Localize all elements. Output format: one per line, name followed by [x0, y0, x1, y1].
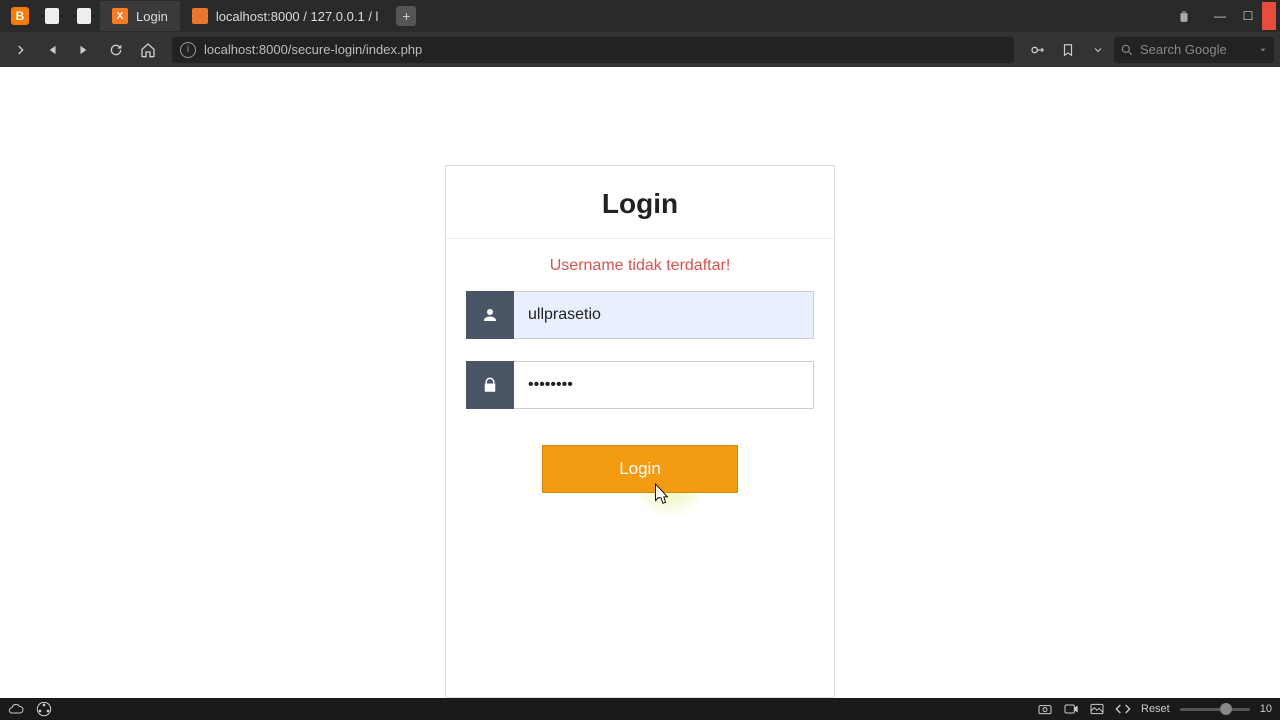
username-row [466, 291, 814, 339]
lock-icon [466, 361, 514, 409]
password-input[interactable] [514, 361, 814, 409]
blogger-icon[interactable]: B [4, 0, 36, 32]
page-content: Login Username tidak terdaftar! Login [0, 67, 1280, 698]
taskbar: Reset 10 [0, 698, 1280, 720]
login-title: Login [446, 166, 834, 239]
zoom-slider[interactable] [1180, 708, 1250, 711]
key-icon[interactable] [1024, 36, 1052, 64]
record-icon[interactable] [1063, 701, 1079, 717]
info-icon[interactable]: i [180, 42, 196, 58]
tab-label: Login [136, 9, 168, 24]
rewind-button[interactable] [38, 36, 66, 64]
url-bar[interactable]: i localhost:8000/secure-login/index.php [172, 37, 1014, 63]
nav-bar: i localhost:8000/secure-login/index.php … [0, 32, 1280, 67]
reset-label[interactable]: Reset [1141, 703, 1170, 715]
home-button[interactable] [134, 36, 162, 64]
camera-icon[interactable] [1037, 701, 1053, 717]
username-input[interactable] [514, 291, 814, 339]
search-placeholder: Search Google [1140, 42, 1227, 57]
minimize-button[interactable]: — [1206, 2, 1234, 30]
new-tab-button[interactable]: + [396, 6, 416, 26]
tab-phpmyadmin[interactable]: localhost:8000 / 127.0.0.1 / l [180, 1, 391, 31]
password-row [466, 361, 814, 409]
user-icon [466, 291, 514, 339]
close-button[interactable] [1262, 2, 1276, 30]
error-message: Username tidak terdaftar! [446, 239, 834, 291]
tab-login[interactable]: X Login [100, 1, 180, 31]
image-icon[interactable] [1089, 701, 1105, 717]
forward-button[interactable] [70, 36, 98, 64]
ubuntu-icon[interactable] [36, 701, 52, 717]
url-text: localhost:8000/secure-login/index.php [204, 42, 422, 57]
bookmark-icon[interactable] [1054, 36, 1082, 64]
search-icon [1120, 43, 1134, 57]
maximize-button[interactable]: ☐ [1234, 2, 1262, 30]
tab-label: localhost:8000 / 127.0.0.1 / l [216, 9, 379, 24]
cloud-icon[interactable] [8, 701, 24, 717]
phpmyadmin-icon [192, 8, 208, 24]
tab-bar: B X Login localhost:8000 / 127.0.0.1 / l… [0, 0, 1280, 32]
trash-icon[interactable] [1170, 2, 1198, 30]
reload-button[interactable] [102, 36, 130, 64]
chevron-down-icon[interactable] [1084, 36, 1112, 64]
login-card: Login Username tidak terdaftar! Login [445, 165, 835, 698]
doc-tab-icon[interactable] [68, 0, 100, 32]
xampp-icon: X [112, 8, 128, 24]
code-icon[interactable] [1115, 701, 1131, 717]
zoom-value: 10 [1260, 703, 1272, 715]
login-button[interactable]: Login [542, 445, 738, 493]
back-button[interactable] [6, 36, 34, 64]
search-box[interactable]: Search Google [1114, 37, 1274, 63]
chevron-down-icon [1258, 45, 1268, 55]
doc-tab-icon[interactable] [36, 0, 68, 32]
